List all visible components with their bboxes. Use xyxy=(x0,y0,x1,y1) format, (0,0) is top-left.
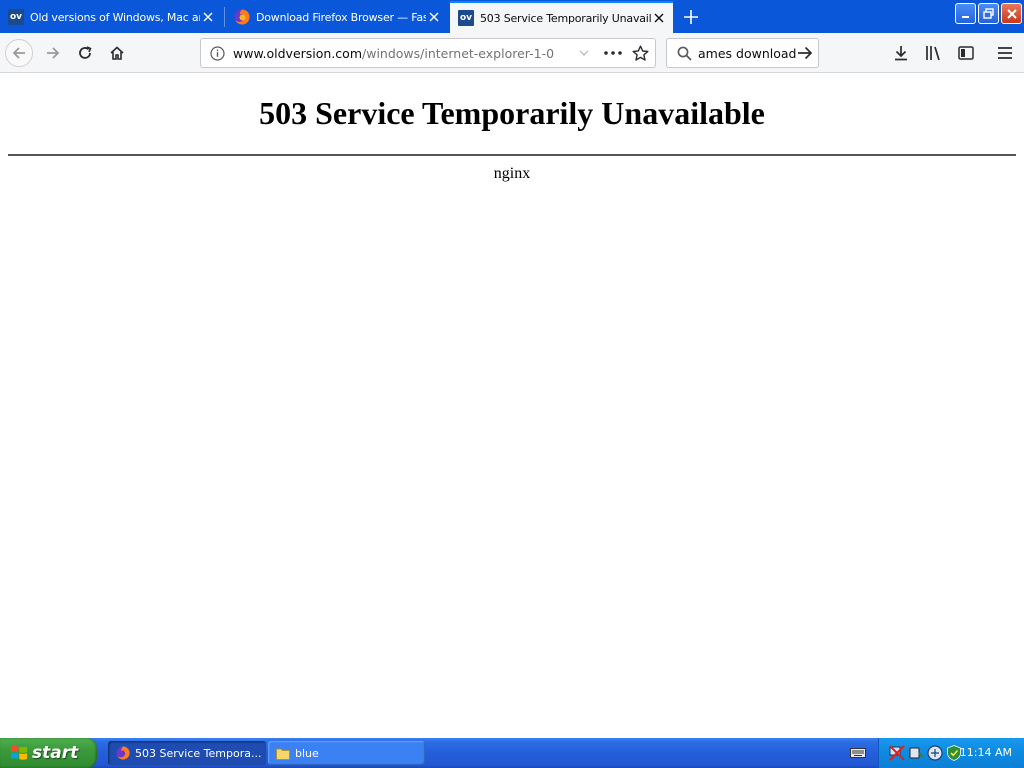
url-host: www.oldversion.com xyxy=(233,46,363,61)
folder-icon xyxy=(276,747,290,760)
page-heading: 503 Service Temporarily Unavailable xyxy=(259,95,765,131)
tab-oldversion[interactable]: ov Old versions of Windows, Mac and xyxy=(0,1,222,33)
reload-button[interactable] xyxy=(71,39,99,67)
safely-remove-hardware-icon[interactable] xyxy=(907,744,925,762)
clock: 11:14 AM xyxy=(959,746,1012,759)
tab-title: Download Firefox Browser — Fast xyxy=(256,10,426,24)
keyboard-icon[interactable] xyxy=(849,745,867,761)
forward-button[interactable] xyxy=(39,39,67,67)
security-center-icon[interactable] xyxy=(926,744,944,762)
close-window-button[interactable] xyxy=(1001,3,1022,24)
network-disconnected-icon[interactable] xyxy=(888,744,906,762)
restore-icon xyxy=(983,8,994,19)
server-name: nginx xyxy=(493,165,531,182)
start-button[interactable]: start xyxy=(0,738,97,768)
hamburger-menu-icon[interactable] xyxy=(995,44,1015,62)
home-button[interactable] xyxy=(103,39,131,67)
url-dropdown-icon[interactable] xyxy=(577,46,591,60)
start-label: start xyxy=(32,743,79,763)
sidebar-icon[interactable] xyxy=(956,44,976,62)
url-path: /windows/internet-explorer-1-0 xyxy=(362,46,555,61)
task-label: blue xyxy=(295,746,319,760)
tab-503-active[interactable]: ov 503 Service Temporarily Unavailab xyxy=(450,1,673,33)
taskbar-button-firefox[interactable]: 503 Service Tempora... xyxy=(108,741,266,765)
downloads-icon[interactable] xyxy=(891,44,911,62)
navigation-toolbar: www.oldversion.com/windows/internet-expl… xyxy=(0,33,1024,73)
bookmark-star-icon[interactable] xyxy=(631,44,649,62)
ov-favicon-icon: ov xyxy=(458,10,474,26)
ov-favicon-icon: ov xyxy=(8,9,24,25)
task-label: 503 Service Tempora... xyxy=(135,746,262,760)
library-icon[interactable] xyxy=(924,44,944,62)
windows-logo-icon xyxy=(10,744,28,762)
restore-button[interactable] xyxy=(978,3,999,24)
reload-icon xyxy=(79,46,92,59)
minimize-button[interactable] xyxy=(955,3,976,24)
close-tab-icon[interactable] xyxy=(651,10,667,26)
tab-title: 503 Service Temporarily Unavailab xyxy=(480,11,651,25)
taskbar-button-folder[interactable]: blue xyxy=(268,741,425,765)
close-tab-icon[interactable] xyxy=(200,9,216,25)
minimize-icon xyxy=(961,15,969,18)
url-text: www.oldversion.com/windows/internet-expl… xyxy=(233,46,554,61)
back-arrow-icon xyxy=(12,47,25,59)
home-icon xyxy=(110,46,124,60)
site-info-icon[interactable] xyxy=(209,45,225,61)
search-icon xyxy=(676,45,692,61)
tab-strip: ov Old versions of Windows, Mac and Down… xyxy=(0,0,1024,33)
search-bar[interactable]: ames download xyxy=(666,38,819,68)
tab-title: Old versions of Windows, Mac and xyxy=(30,10,200,24)
close-icon xyxy=(1006,8,1017,19)
forward-arrow-icon xyxy=(47,47,60,59)
system-tray: 11:14 AM xyxy=(878,738,1024,768)
page-content: 503 Service Temporarily Unavailable ngin… xyxy=(0,74,1024,738)
windows-taskbar: start 503 Service Tempora... blue 11:14 … xyxy=(0,738,1024,768)
tab-firefox-download[interactable]: Download Firefox Browser — Fast xyxy=(226,1,448,33)
url-bar[interactable]: www.oldversion.com/windows/internet-expl… xyxy=(200,38,656,68)
search-input[interactable]: ames download xyxy=(698,46,796,61)
tab-separator xyxy=(224,7,225,27)
new-tab-button[interactable] xyxy=(680,6,702,28)
page-actions-icon[interactable] xyxy=(603,46,623,60)
divider xyxy=(8,154,1016,156)
firefox-favicon-icon xyxy=(234,9,250,25)
plus-icon xyxy=(684,10,698,24)
close-tab-icon[interactable] xyxy=(426,9,442,25)
firefox-task-icon xyxy=(116,746,130,760)
search-go-arrow-icon[interactable] xyxy=(796,45,814,61)
back-button[interactable] xyxy=(5,39,33,67)
